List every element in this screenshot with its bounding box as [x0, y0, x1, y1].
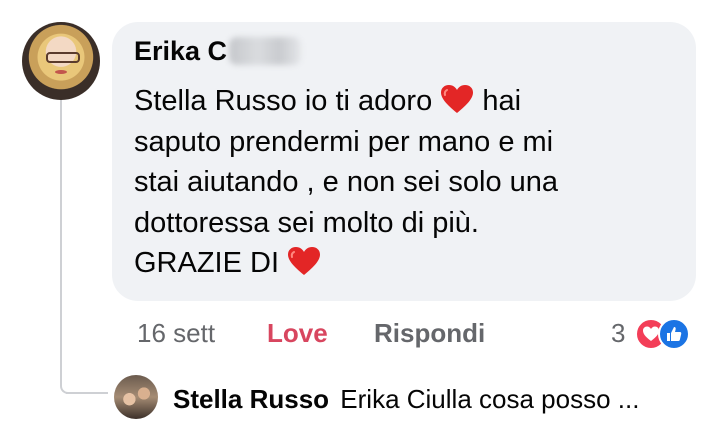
comment-line: dottoressa sei molto di più. [134, 206, 479, 239]
comment-line: GRAZIE DI [134, 247, 280, 279]
comment-bubble: Erika C Stella Russo io ti adoro hai sap… [112, 22, 696, 301]
reply-author-avatar[interactable] [114, 375, 158, 419]
comment-timestamp[interactable]: 16 sett [137, 318, 215, 349]
avatar-glasses [46, 52, 80, 63]
heart-emoji-icon [288, 247, 321, 275]
comment-line: stai aiutando , e non sei solo una [134, 166, 559, 198]
blurred-surname [229, 37, 302, 65]
avatar-lips [55, 70, 67, 74]
like-icon [658, 318, 690, 350]
comment-text: Stella Russo io ti adoro hai saputo pren… [134, 81, 684, 284]
love-reaction-button[interactable]: Love [267, 318, 328, 349]
comment-author-name[interactable]: Erika C [134, 36, 227, 66]
comment-line: Stella Russo io ti adoro [134, 85, 433, 117]
reply-author-name[interactable]: Stella Russo [173, 384, 329, 414]
comment-author[interactable]: Erika C [134, 36, 302, 67]
thread-connector-line [60, 100, 108, 394]
heart-emoji-icon [441, 85, 474, 113]
reply-button[interactable]: Rispondi [374, 318, 485, 349]
comment-line: hai [482, 85, 522, 117]
reaction-count: 3 [611, 318, 626, 348]
commenter-avatar[interactable] [22, 22, 100, 100]
reply-preview[interactable]: Stella Russo Erika Ciulla cosa posso ... [173, 384, 639, 415]
comment-line: saputo prendermi per mano e mi [134, 125, 554, 158]
reply-text-preview[interactable]: Erika Ciulla cosa posso ... [340, 384, 639, 414]
